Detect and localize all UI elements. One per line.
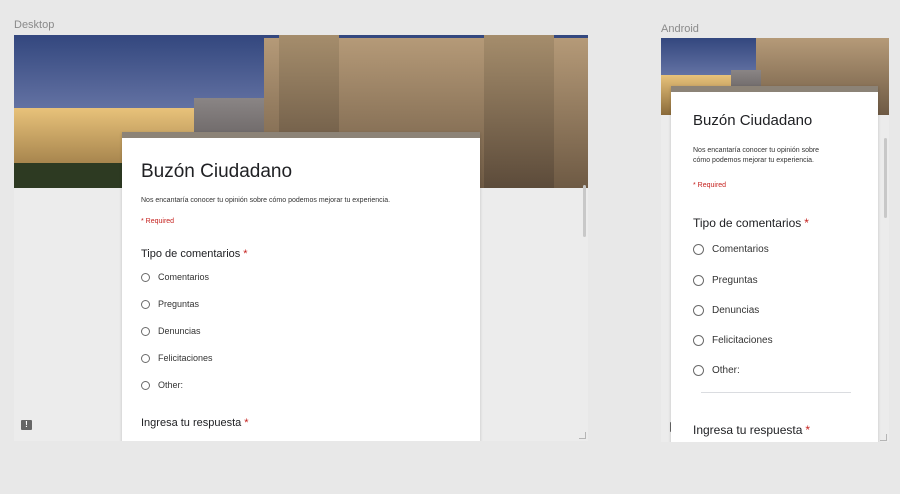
- radio-button[interactable]: [141, 299, 150, 309]
- other-input-underline[interactable]: [701, 392, 851, 393]
- option-comentarios[interactable]: Comentarios: [141, 272, 209, 282]
- radio-button[interactable]: [141, 326, 150, 336]
- option-felicitaciones[interactable]: Felicitaciones: [693, 335, 773, 346]
- question-tipo-label: Tipo de comentarios *: [693, 216, 809, 230]
- required-star: *: [244, 417, 249, 429]
- android-caption: Android: [661, 23, 699, 35]
- option-comentarios[interactable]: Comentarios: [693, 244, 769, 255]
- desktop-preview-frame: ! Buzón Ciudadano Nos encantaría conocer…: [14, 35, 588, 441]
- option-preguntas[interactable]: Preguntas: [693, 275, 758, 286]
- android-scrollbar[interactable]: [884, 138, 887, 218]
- question-tipo-label: Tipo de comentarios *: [141, 248, 248, 260]
- desktop-form-card: Buzón Ciudadano Nos encantaría conocer t…: [122, 132, 480, 441]
- desktop-scrollbar[interactable]: [583, 185, 586, 237]
- radio-button[interactable]: [693, 275, 704, 286]
- form-description-line1: Nos encantaría conocer tu opinión sobre: [693, 147, 820, 154]
- required-star: *: [805, 423, 811, 437]
- radio-button[interactable]: [693, 335, 704, 346]
- option-preguntas[interactable]: Preguntas: [141, 299, 199, 309]
- option-denuncias[interactable]: Denuncias: [141, 326, 201, 336]
- radio-button[interactable]: [141, 380, 150, 390]
- radio-button[interactable]: [141, 353, 150, 363]
- form-title: Buzón Ciudadano: [693, 112, 813, 129]
- radio-button[interactable]: [693, 365, 704, 376]
- option-felicitaciones[interactable]: Felicitaciones: [141, 353, 213, 363]
- desktop-caption: Desktop: [14, 19, 55, 31]
- android-preview-frame: ! Buzón Ciudadano Nos encantaría conocer…: [661, 38, 889, 442]
- option-other[interactable]: Other:: [693, 365, 740, 376]
- form-description-line2: cómo podemos mejorar tu experiencia.: [693, 157, 815, 164]
- required-star: *: [804, 216, 809, 230]
- android-form-card: Buzón Ciudadano Nos encantaría conocer t…: [671, 86, 878, 442]
- required-note: * Required: [693, 182, 727, 189]
- question-respuesta-label: Ingresa tu respuesta *: [141, 417, 249, 429]
- form-title: Buzón Ciudadano: [141, 161, 293, 182]
- form-description: Nos encantaría conocer tu opinión sobre …: [141, 197, 391, 204]
- option-denuncias[interactable]: Denuncias: [693, 305, 759, 316]
- radio-button[interactable]: [141, 272, 150, 282]
- radio-button[interactable]: [693, 305, 704, 316]
- required-star: *: [243, 248, 248, 260]
- android-resize-grip[interactable]: [880, 434, 887, 441]
- desktop-resize-grip[interactable]: [579, 432, 586, 439]
- required-note: * Required: [141, 218, 175, 225]
- option-other[interactable]: Other:: [141, 380, 183, 390]
- question-respuesta-label: Ingresa tu respuesta *: [693, 423, 811, 437]
- radio-button[interactable]: [693, 244, 704, 255]
- feedback-icon[interactable]: !: [21, 420, 32, 430]
